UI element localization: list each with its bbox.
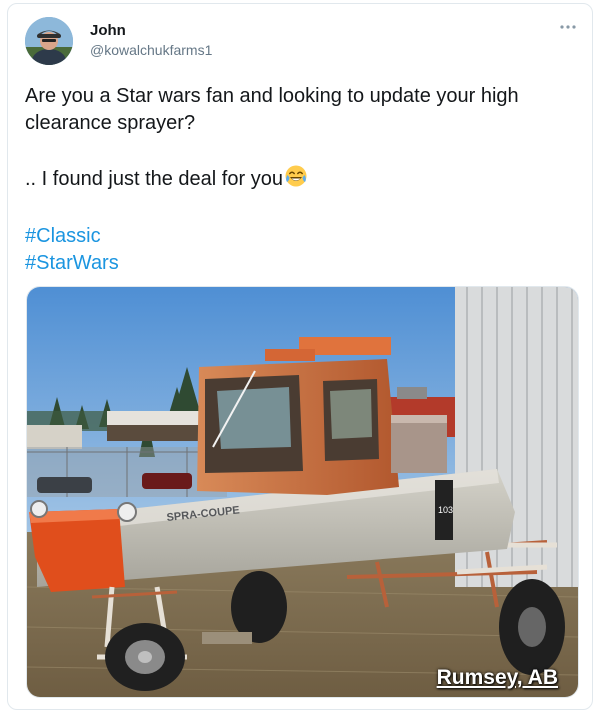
unit-number-decal: 103: [438, 505, 453, 515]
display-name[interactable]: John: [90, 22, 126, 39]
more-options-icon[interactable]: [558, 20, 578, 32]
location-label: Rumsey, AB: [436, 666, 558, 689]
tweet-line-deal: .. I found just the deal for you: [25, 164, 575, 196]
user-handle[interactable]: @kowalchukfarms1: [90, 42, 212, 58]
sprayer-photo: 103 SPRA-COUPE: [27, 287, 578, 697]
hashtag-classic[interactable]: #Classic: [25, 223, 575, 250]
hashtag-starwars[interactable]: #StarWars: [25, 250, 575, 277]
tweet-photo[interactable]: 103 SPRA-COUPE Rumsey, AB: [26, 286, 579, 698]
tweet-card: John @kowalchukfarms1 Are you a Star war…: [7, 3, 593, 710]
avatar-image: [25, 17, 73, 65]
tweet-text: Are you a Star wars fan and looking to u…: [25, 83, 575, 277]
avatar[interactable]: [25, 17, 73, 65]
deal-text: .. I found just the deal for you: [25, 168, 283, 190]
tweet-line-question: Are you a Star wars fan and looking to u…: [25, 85, 519, 134]
face-with-tears-of-joy-icon: [284, 164, 308, 196]
